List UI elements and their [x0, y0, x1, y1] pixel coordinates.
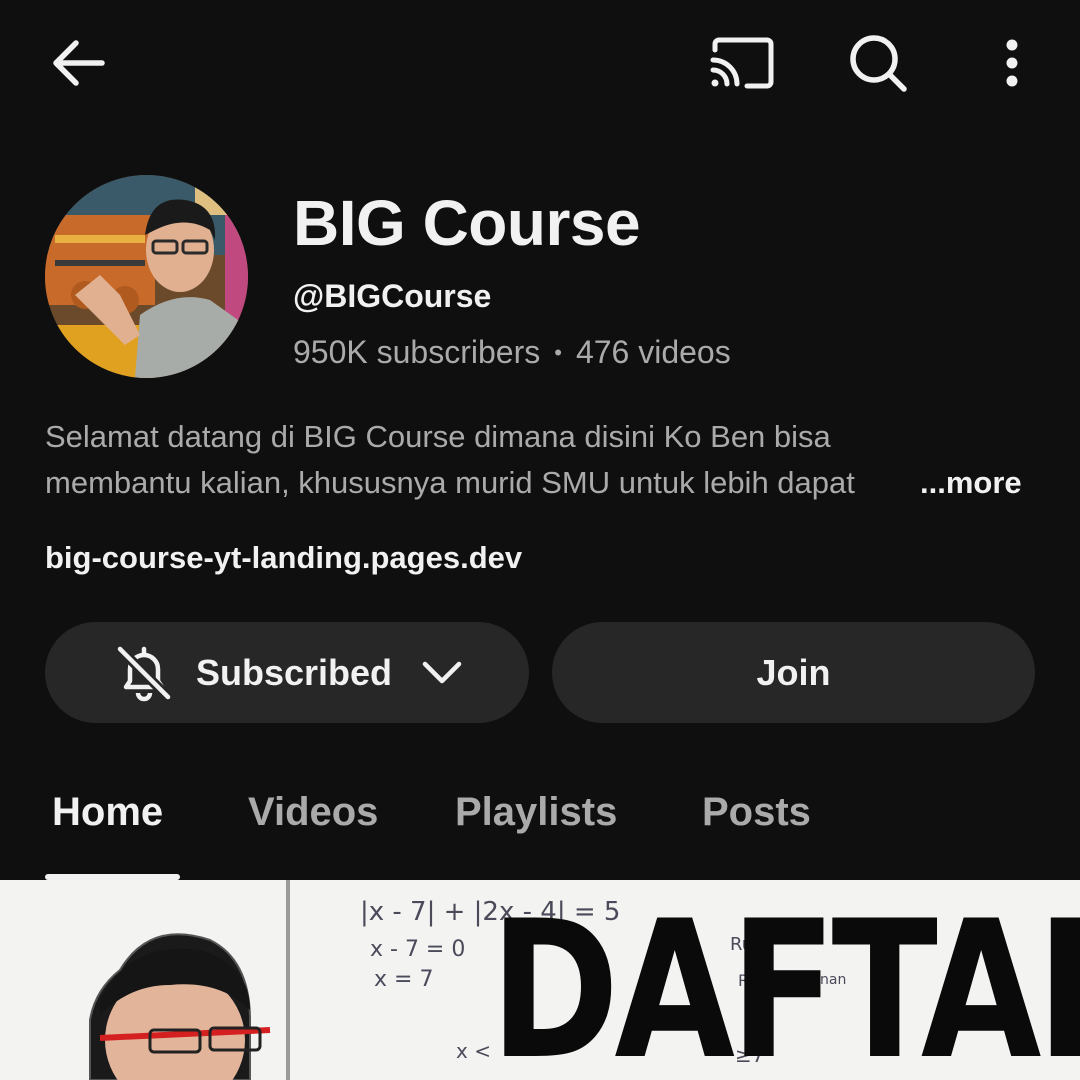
back-button[interactable]: [38, 28, 118, 98]
top-app-bar: [0, 0, 1080, 130]
bell-off-icon: [112, 641, 176, 705]
channel-stats: 950K subscribers • 476 videos: [293, 334, 731, 371]
subscribed-label: Subscribed: [195, 651, 393, 693]
subscribed-button[interactable]: Subscribed: [45, 622, 529, 723]
video-count: 476 videos: [575, 334, 731, 370]
stats-separator: •: [554, 339, 562, 365]
channel-avatar[interactable]: [45, 175, 248, 378]
thumbnail-title-text: DAFTAR: [490, 880, 1080, 1080]
tab-home[interactable]: Home: [52, 790, 163, 835]
join-label: Join: [756, 651, 831, 693]
avatar-image: [45, 175, 248, 378]
back-arrow-icon: [53, 40, 105, 86]
chevron-down-icon: [422, 661, 462, 685]
featured-video-thumbnail[interactable]: |x - 7| + |2x - 4| = 5 x - 7 = 0 x = 7 R…: [0, 880, 1080, 1080]
more-options-button[interactable]: [982, 28, 1042, 98]
tab-posts[interactable]: Posts: [702, 790, 811, 835]
subscriber-count: 950K subscribers: [293, 334, 541, 370]
channel-name: BIG Course: [293, 187, 641, 259]
search-button[interactable]: [838, 28, 918, 98]
svg-text:x = 7: x = 7: [374, 967, 433, 992]
tab-videos[interactable]: Videos: [248, 790, 378, 835]
svg-text:x - 7 = 0: x - 7 = 0: [370, 937, 465, 962]
description-line-2: membantu kalian, khususnya murid SMU unt…: [45, 460, 915, 506]
description-line-1: Selamat datang di BIG Course dimana disi…: [45, 419, 831, 454]
svg-text:x <: x <: [456, 1039, 491, 1063]
channel-handle: @BIGCourse: [293, 278, 492, 314]
more-vertical-icon: [1006, 39, 1018, 87]
cast-icon: [710, 37, 774, 89]
tab-playlists[interactable]: Playlists: [455, 790, 617, 835]
more-link[interactable]: ...more: [920, 460, 1022, 506]
channel-tabs: Home Videos Playlists Posts: [0, 770, 1080, 882]
search-icon: [850, 35, 907, 92]
channel-link[interactable]: big-course-yt-landing.pages.dev: [45, 540, 522, 576]
channel-description[interactable]: Selamat datang di BIG Course dimana disi…: [45, 414, 1035, 506]
join-button[interactable]: Join: [552, 622, 1035, 723]
cast-button[interactable]: [700, 28, 784, 98]
